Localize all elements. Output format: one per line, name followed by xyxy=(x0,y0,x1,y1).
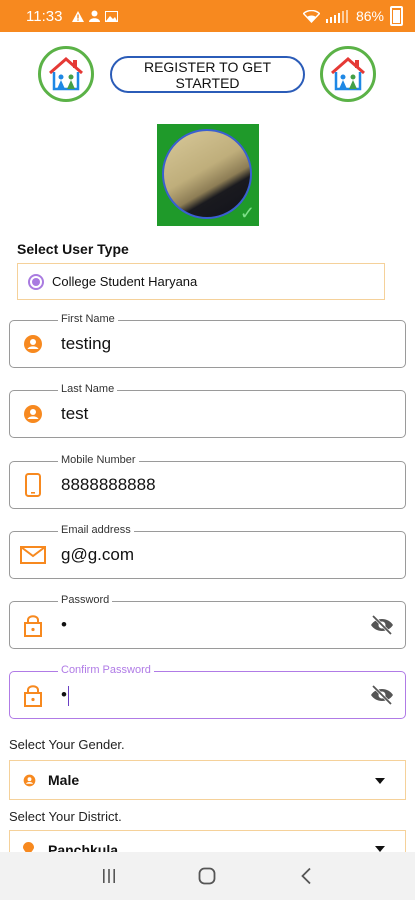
dropdown-arrow-icon xyxy=(375,778,385,784)
person-icon xyxy=(22,403,44,425)
gender-select[interactable]: Male xyxy=(9,760,406,800)
system-nav-bar xyxy=(0,852,415,900)
user-type-label: College Student Haryana xyxy=(52,274,198,289)
password-label: Password xyxy=(58,594,113,606)
mobile-number-field[interactable]: Mobile Number 8888888888 xyxy=(9,454,406,509)
person-icon xyxy=(22,333,44,355)
confirm-password-input[interactable]: • xyxy=(61,685,69,706)
user-type-heading: Select User Type xyxy=(17,241,129,257)
app-logo-left xyxy=(38,46,94,102)
visibility-off-icon[interactable] xyxy=(370,684,394,706)
person-icon xyxy=(23,773,37,787)
confirm-password-field[interactable]: Confirm Password • xyxy=(9,664,406,719)
lock-icon xyxy=(22,614,44,637)
first-name-value: testing xyxy=(61,334,112,353)
last-name-label: Last Name xyxy=(58,383,118,395)
status-time: 11:33 xyxy=(26,7,63,25)
app-logo-right xyxy=(320,46,376,102)
home-icon xyxy=(199,867,216,885)
radio-selected-icon[interactable] xyxy=(28,273,44,290)
home-logo-icon xyxy=(331,57,365,91)
header: REGISTER TO GET STARTED xyxy=(0,46,415,106)
last-name-field[interactable]: Last Name test xyxy=(9,383,406,438)
text-cursor xyxy=(67,685,69,706)
home-logo-icon xyxy=(49,57,83,91)
battery-percent: 86% xyxy=(355,8,384,24)
mail-icon xyxy=(20,544,46,566)
check-icon: ✓ xyxy=(239,203,255,223)
visibility-off-icon[interactable] xyxy=(370,614,394,636)
notification-icons xyxy=(72,10,119,22)
confirm-password-label: Confirm Password xyxy=(58,664,154,676)
email-field[interactable]: Email address g@g.com xyxy=(9,524,406,579)
first-name-label: First Name xyxy=(58,313,118,325)
password-value: • xyxy=(61,615,67,634)
battery-icon xyxy=(390,6,403,26)
phone-icon xyxy=(22,473,44,497)
district-label: Select Your District. xyxy=(9,809,122,824)
signal-icon xyxy=(325,9,348,23)
recent-apps-button[interactable] xyxy=(89,861,129,891)
last-name-value: test xyxy=(61,404,89,423)
email-label: Email address xyxy=(58,524,134,536)
profile-photo xyxy=(162,129,252,219)
user-type-option[interactable]: College Student Haryana xyxy=(17,263,385,300)
first-name-field[interactable]: First Name testing xyxy=(9,313,406,368)
wifi-icon xyxy=(302,9,320,23)
status-bar: 11:33 86% xyxy=(0,0,415,32)
gender-label: Select Your Gender. xyxy=(9,737,125,752)
confirm-password-value: • xyxy=(61,685,67,704)
system-icons: 86% xyxy=(302,6,403,26)
back-icon xyxy=(301,867,311,885)
mobile-number-value: 8888888888 xyxy=(61,475,156,494)
back-button[interactable] xyxy=(286,861,326,891)
person-icon xyxy=(89,10,101,22)
profile-photo-picker[interactable]: ✓ xyxy=(157,124,259,226)
image-icon xyxy=(105,10,119,22)
warning-icon xyxy=(72,10,85,22)
home-button[interactable] xyxy=(187,861,227,891)
lock-icon xyxy=(22,684,44,707)
email-value: g@g.com xyxy=(61,545,135,564)
mobile-number-label: Mobile Number xyxy=(58,454,139,466)
gender-value: Male xyxy=(48,772,80,788)
register-button[interactable]: REGISTER TO GET STARTED xyxy=(110,56,305,93)
password-field[interactable]: Password • xyxy=(9,594,406,649)
recent-apps-icon xyxy=(103,869,116,883)
